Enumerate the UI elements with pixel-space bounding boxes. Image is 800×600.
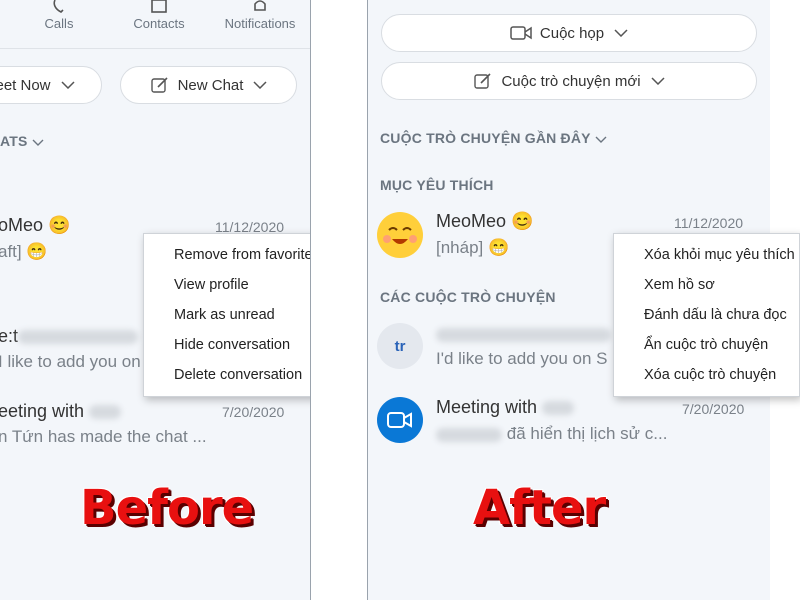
context-menu: Remove from favorites View profile Mark … (143, 233, 310, 397)
menu-item-delete-conversation[interactable]: Delete conversation (144, 360, 310, 390)
chat-subtitle-text: đã hiển thị lịch sử c... (506, 424, 668, 443)
grin-emoji-icon: 😁 (488, 238, 510, 257)
chat-name-text: Meeting with (436, 397, 538, 417)
recent-chats-label: ATS (0, 133, 28, 149)
smile-emoji-icon: 😊 (511, 211, 534, 231)
chevron-down-icon (253, 81, 267, 89)
avatar-initials: tr (377, 323, 423, 369)
blurred-name (18, 330, 139, 345)
nav-divider (0, 48, 310, 49)
new-chat-button[interactable]: New Chat (120, 66, 297, 104)
chat-name (436, 324, 611, 345)
tab-contacts-label: Contacts (133, 16, 185, 31)
chat-name: MeoMeo 😊 (436, 211, 533, 232)
conversations-header: CÁC CUỘC TRÒ CHUYỆN (380, 289, 556, 305)
compose-icon (474, 73, 492, 89)
chat-name: eeting with (0, 401, 122, 422)
video-camera-icon (510, 26, 532, 40)
chat-date: 7/20/2020 (682, 401, 745, 417)
chat-name-text: eeting with (0, 401, 85, 421)
context-menu: Xóa khỏi mục yêu thích Xem hồ sơ Đánh dấ… (613, 233, 800, 397)
chevron-down-icon (60, 81, 75, 89)
after-caption: After (473, 480, 606, 536)
chat-subtitle-text: aft] (0, 242, 22, 261)
chat-subtitle: đã hiển thị lịch sử c... (436, 424, 667, 444)
chat-name: oMeo 😊 (0, 215, 70, 236)
blurred-name (542, 401, 575, 416)
chat-name-text: oMeo (0, 215, 44, 235)
contacts-icon (151, 0, 167, 13)
chat-name: Meeting with (436, 397, 575, 418)
chat-subtitle-text: [nháp] (436, 238, 484, 257)
before-panel: Calls Contacts Notifications eet Now New… (0, 0, 310, 600)
menu-item-delete-conversation[interactable]: Xóa cuộc trò chuyện (614, 360, 799, 390)
blurred-name (89, 405, 122, 420)
recent-chats-label: CUỘC TRÒ CHUYỆN GẦN ĐÂY (380, 130, 591, 146)
new-chat-button[interactable]: Cuộc trò chuyện mới (381, 62, 757, 100)
chat-date: 7/20/2020 (222, 404, 285, 420)
chat-subtitle: n Tứn has made the chat ... (0, 427, 207, 446)
avatar (377, 212, 423, 258)
chat-subtitle: aft] 😁 (0, 242, 48, 262)
chat-name: e:t (0, 326, 139, 347)
chevron-down-icon (651, 77, 665, 85)
compose-icon (150, 77, 168, 93)
new-chat-label: Cuộc trò chuyện mới (501, 72, 641, 90)
chat-name-text: e:t (0, 326, 19, 346)
chevron-down-icon (595, 136, 607, 143)
recent-chats-header[interactable]: CUỘC TRÒ CHUYỆN GẦN ĐÂY (380, 130, 607, 146)
menu-item-mark-unread[interactable]: Mark as unread (144, 300, 310, 330)
smile-emoji-icon: 😊 (48, 215, 71, 235)
menu-item-hide-conversation[interactable]: Hide conversation (144, 330, 310, 360)
meet-now-label: eet Now (0, 76, 51, 94)
new-chat-label: New Chat (177, 76, 244, 94)
blurred-name (436, 427, 502, 442)
menu-item-remove-favorites[interactable]: Xóa khỏi mục yêu thích (614, 240, 799, 270)
menu-item-mark-unread[interactable]: Đánh dấu là chưa đọc (614, 300, 799, 330)
favorites-header: MỤC YÊU THÍCH (380, 177, 494, 193)
chat-subtitle: I'd like to add you on S (436, 349, 608, 368)
meet-now-button[interactable]: eet Now (0, 66, 102, 104)
tab-contacts[interactable]: Contacts (130, 0, 188, 31)
chevron-down-icon (614, 29, 628, 37)
chat-name-text: MeoMeo (436, 211, 507, 231)
grin-emoji-icon: 😁 (26, 242, 48, 261)
chevron-down-icon (32, 139, 44, 146)
before-caption: Before (80, 480, 254, 536)
phone-icon (53, 0, 64, 13)
menu-item-remove-favorites[interactable]: Remove from favorites (144, 240, 310, 270)
menu-item-hide-conversation[interactable]: Ẩn cuộc trò chuyện (614, 330, 799, 360)
bell-icon (254, 0, 266, 11)
blurred-name (436, 328, 611, 343)
chat-subtitle: I like to add you on (0, 352, 141, 371)
tab-calls-label: Calls (44, 16, 74, 31)
video-camera-icon (387, 412, 412, 428)
chat-subtitle: [nháp] 😁 (436, 238, 509, 258)
recent-chats-header[interactable]: ATS (0, 133, 44, 149)
tab-notifications[interactable]: Notifications (222, 0, 298, 31)
tab-notifications-label: Notifications (224, 16, 296, 31)
meeting-label: Cuộc họp (539, 24, 605, 42)
tab-calls[interactable]: Calls (38, 0, 80, 31)
menu-item-view-profile[interactable]: Xem hồ sơ (614, 270, 799, 300)
menu-item-view-profile[interactable]: View profile (144, 270, 310, 300)
smiley-avatar-icon (378, 213, 422, 257)
meeting-button[interactable]: Cuộc họp (381, 14, 757, 52)
avatar (377, 397, 423, 443)
gap (311, 0, 367, 600)
chat-date: 11/12/2020 (674, 215, 744, 231)
